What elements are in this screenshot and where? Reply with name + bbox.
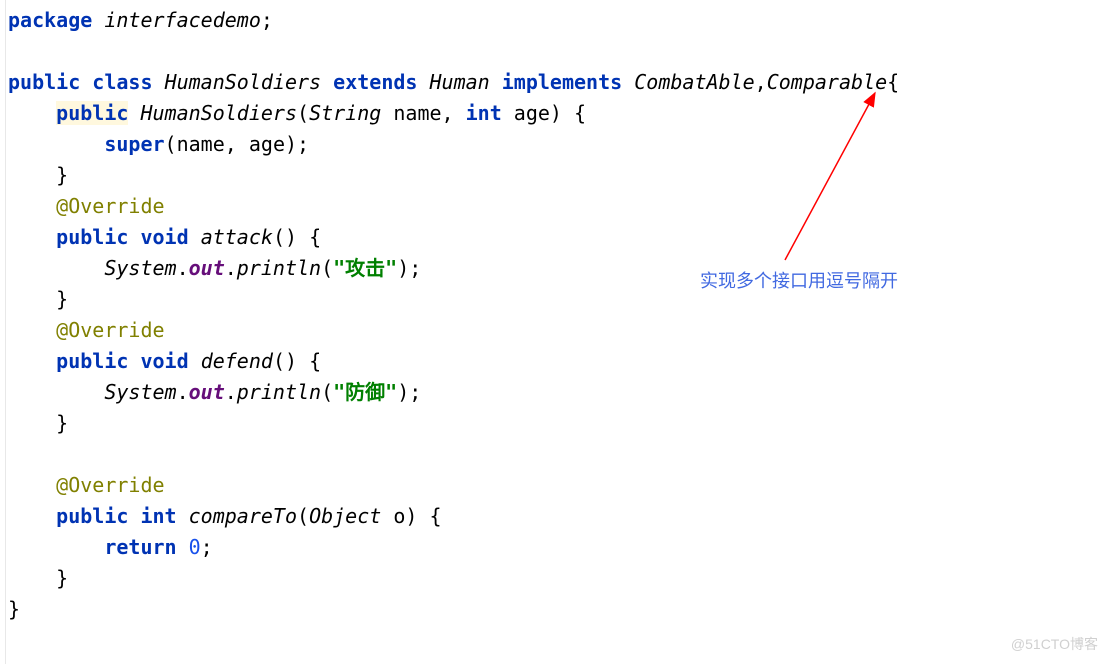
keyword-return: return (104, 535, 176, 559)
method-defend: defend (201, 349, 273, 373)
watermark: @51CTO博客 (1011, 634, 1098, 656)
keyword-int: int (140, 504, 176, 528)
keyword-public: public (56, 225, 128, 249)
interface1: CombatAble (634, 70, 754, 94)
annotation-text: 实现多个接口用逗号隔开 (700, 268, 898, 296)
out-field: out (189, 380, 225, 404)
brace-close: } (56, 411, 68, 435)
semicolon: ; (409, 380, 421, 404)
annotation-override: @Override (56, 318, 164, 342)
constructor-name: HumanSoldiers (140, 101, 297, 125)
paren-close: ) (285, 132, 297, 156)
method-compareTo: compareTo (189, 504, 297, 528)
arg-name: name (177, 132, 225, 156)
number-zero: 0 (189, 535, 201, 559)
object-type: Object (309, 504, 381, 528)
class-name: HumanSoldiers (165, 70, 322, 94)
paren-open: ( (273, 349, 285, 373)
system-class: System (104, 256, 176, 280)
brace-open: { (574, 101, 586, 125)
brace-open: { (887, 70, 899, 94)
keyword-public: public (56, 101, 128, 125)
brace-open: { (309, 225, 321, 249)
brace-close: } (56, 287, 68, 311)
dot: . (177, 380, 189, 404)
system-class: System (104, 380, 176, 404)
interface2: Comparable (767, 70, 887, 94)
dot: . (225, 256, 237, 280)
keyword-int: int (466, 101, 502, 125)
paren-open: ( (273, 225, 285, 249)
paren-open: ( (321, 256, 333, 280)
paren-close: ) (397, 256, 409, 280)
keyword-void: void (140, 225, 188, 249)
keyword-class: class (92, 70, 152, 94)
annotation-override: @Override (56, 194, 164, 218)
brace-close: } (8, 597, 20, 621)
package-name: interfacedemo (104, 8, 261, 32)
string-attack: "攻击" (333, 256, 397, 280)
brace-close: } (56, 566, 68, 590)
semicolon: ; (261, 8, 273, 32)
paren-open: ( (321, 380, 333, 404)
semicolon: ; (297, 132, 309, 156)
paren-open: ( (297, 101, 309, 125)
string-type: String (309, 101, 381, 125)
keyword-super: super (104, 132, 164, 156)
keyword-public: public (56, 349, 128, 373)
param-name: name (393, 101, 441, 125)
brace-close: } (56, 163, 68, 187)
brace-open: { (309, 349, 321, 373)
dot: . (177, 256, 189, 280)
keyword-void: void (140, 349, 188, 373)
comma: , (225, 132, 237, 156)
keyword-extends: extends (333, 70, 417, 94)
println-method: println (237, 380, 321, 404)
annotation-override: @Override (56, 473, 164, 497)
param-o: o (393, 504, 405, 528)
paren-open: ( (165, 132, 177, 156)
semicolon: ; (201, 535, 213, 559)
comma: , (442, 101, 454, 125)
code-editor[interactable]: package interfacedemo; public class Huma… (8, 5, 1098, 625)
param-age: age (514, 101, 550, 125)
editor-gutter (0, 0, 6, 664)
keyword-public: public (8, 70, 80, 94)
super-class: Human (430, 70, 490, 94)
keyword-implements: implements (502, 70, 622, 94)
string-defend: "防御" (333, 380, 397, 404)
println-method: println (237, 256, 321, 280)
semicolon: ; (409, 256, 421, 280)
method-attack: attack (201, 225, 273, 249)
out-field: out (189, 256, 225, 280)
paren-close: ) (550, 101, 562, 125)
dot: . (225, 380, 237, 404)
keyword-package: package (8, 8, 92, 32)
keyword-public: public (56, 504, 128, 528)
paren-close: ) (285, 349, 297, 373)
paren-close: ) (285, 225, 297, 249)
paren-open: ( (297, 504, 309, 528)
comma: , (755, 70, 767, 94)
brace-open: { (430, 504, 442, 528)
paren-close: ) (405, 504, 417, 528)
paren-close: ) (397, 380, 409, 404)
arg-age: age (249, 132, 285, 156)
